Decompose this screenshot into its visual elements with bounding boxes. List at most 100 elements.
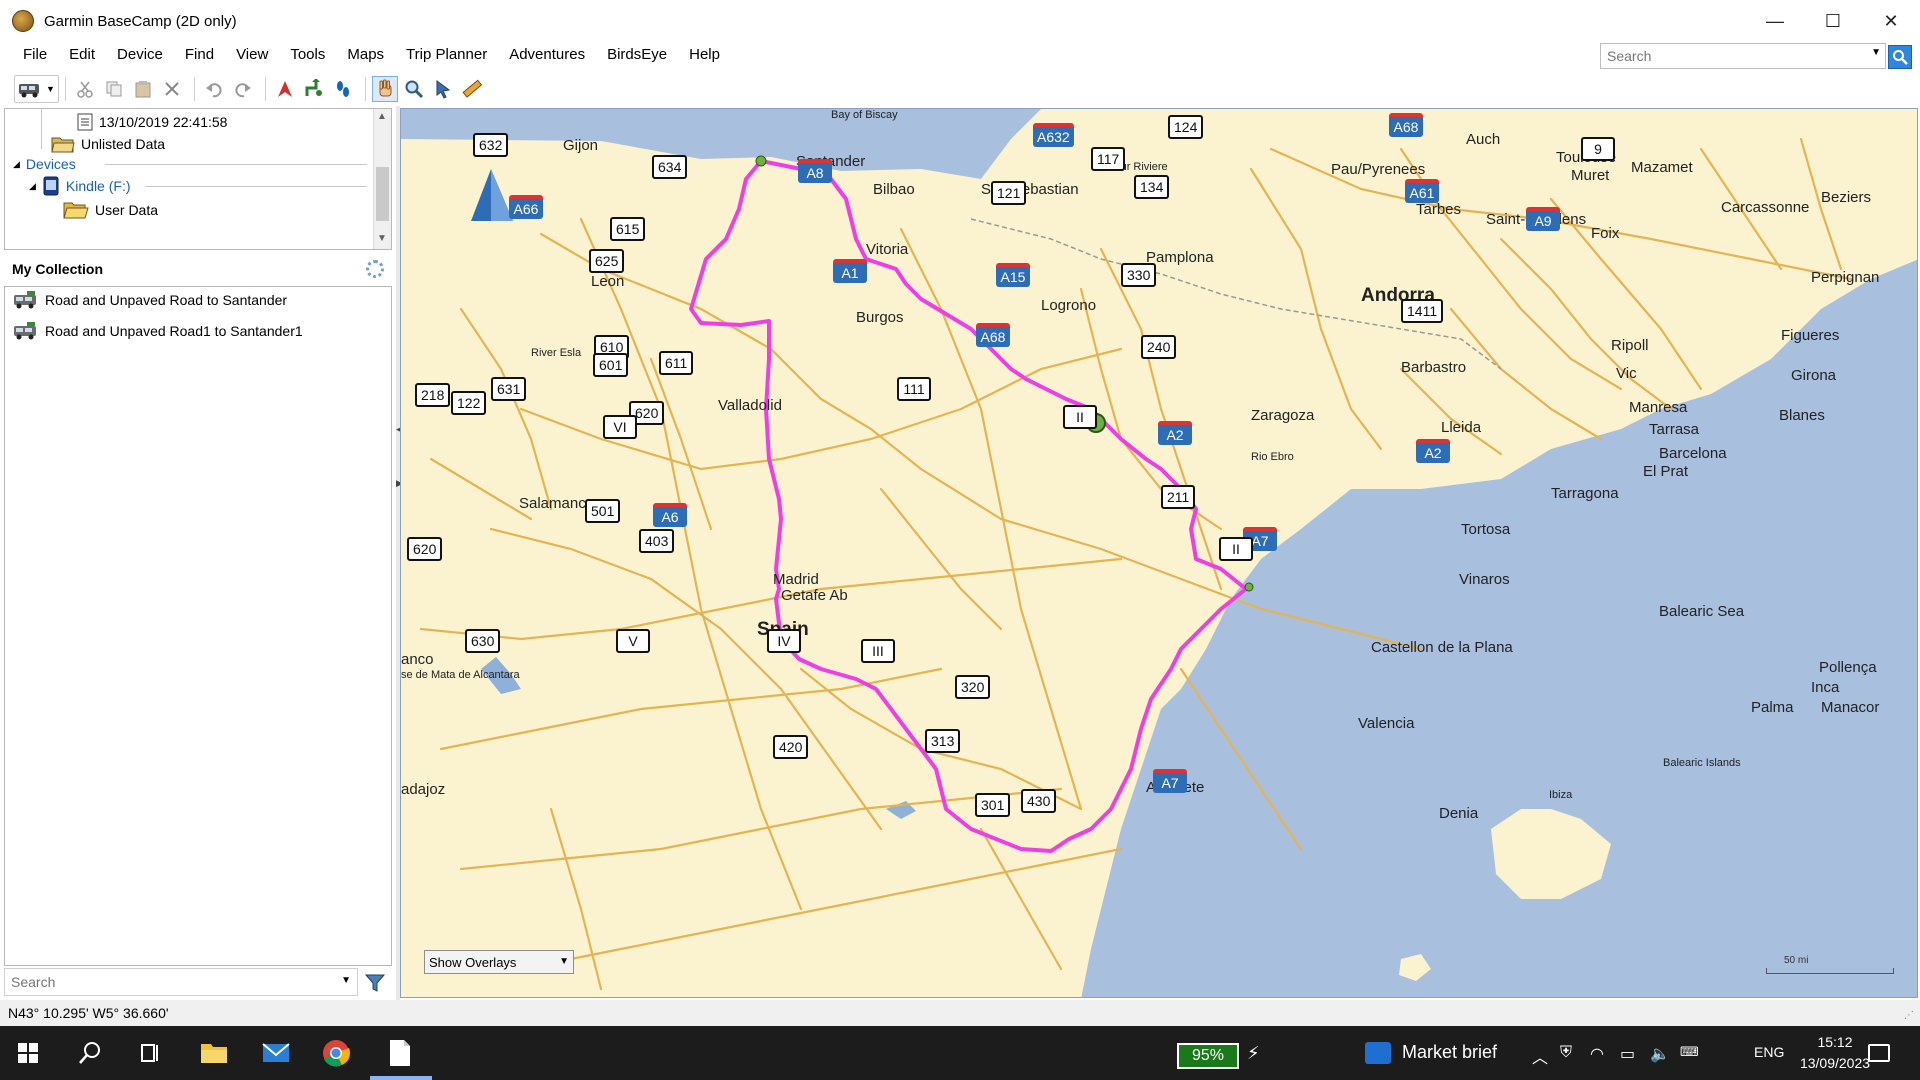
hand-tool-button[interactable] [371, 76, 398, 102]
task-view-button[interactable] [132, 1035, 168, 1071]
redo-icon [235, 83, 251, 98]
tree-item-list[interactable]: 13/10/2019 22:41:58 [77, 111, 227, 133]
collapse-triangle-icon[interactable]: ◢ [13, 159, 20, 170]
redo-button[interactable] [230, 76, 256, 102]
zoom-tool-button[interactable] [401, 76, 427, 102]
tree-item-label: Devices [25, 156, 76, 172]
menu-tools[interactable]: Tools [279, 42, 336, 68]
menu-trip-planner[interactable]: Trip Planner [395, 42, 498, 68]
undo-button[interactable] [201, 76, 227, 102]
tree-item-kindle[interactable]: ◢ Kindle (F:) [29, 175, 131, 197]
file-explorer-button[interactable] [196, 1035, 232, 1071]
start-button[interactable] [10, 1035, 46, 1071]
waypoint-flag-icon [277, 81, 292, 97]
measure-tool-button[interactable] [459, 76, 485, 102]
menu-device[interactable]: Device [106, 42, 174, 68]
tree-item-user-data[interactable]: User Data [63, 199, 158, 221]
wifi-icon[interactable]: ◠ [1590, 1044, 1604, 1064]
menu-help[interactable]: Help [678, 42, 731, 68]
chrome-button[interactable] [318, 1035, 354, 1071]
library-search-input[interactable] [5, 974, 325, 990]
list-item[interactable]: Road and Unpaved Road to Santander [13, 289, 287, 311]
tree-scrollbar[interactable]: ▲ ▼ [373, 109, 391, 249]
menu-edit[interactable]: Edit [58, 42, 106, 68]
taskbar-search-button[interactable] [72, 1035, 108, 1071]
title-bar: Garmin BaseCamp (2D only) — ☐ ✕ [0, 0, 1920, 42]
minimize-button[interactable]: — [1746, 0, 1804, 42]
menu-adventures[interactable]: Adventures [498, 42, 596, 68]
collapse-triangle-icon[interactable]: ◢ [29, 181, 36, 192]
show-overlays-dropdown[interactable]: Show Overlays ▼ [424, 950, 574, 974]
mail-button[interactable] [258, 1035, 294, 1071]
resize-grip-icon[interactable]: ⋰ [1904, 1010, 1914, 1021]
road-shield: 117 [1091, 147, 1126, 171]
road-shield: 403 [639, 529, 675, 553]
security-icon[interactable]: ⛨ [1560, 1044, 1572, 1062]
delete-x-icon [165, 82, 179, 96]
battery-tray-icon[interactable]: ▭ [1620, 1044, 1635, 1064]
maximize-button[interactable]: ☐ [1804, 0, 1862, 42]
road-shield: A66 [509, 195, 543, 219]
collection-list: Road and Unpaved Road to Santander Road … [4, 286, 392, 966]
menu-find[interactable]: Find [174, 42, 225, 68]
volume-icon[interactable]: 🔈 [1650, 1044, 1670, 1064]
battery-percent: 95% [1191, 1047, 1225, 1064]
map-place-label: Beziers [1821, 189, 1872, 206]
map-search-input[interactable] [1601, 48, 1851, 64]
scrollbar-thumb[interactable] [376, 167, 389, 221]
select-tool-button[interactable] [430, 76, 456, 102]
folder-open-icon [63, 202, 89, 219]
scroll-down-icon[interactable]: ▼ [377, 233, 387, 244]
notification-center-icon[interactable] [1868, 1044, 1890, 1062]
road-shield: 630 [465, 629, 501, 653]
copy-button[interactable] [101, 76, 127, 102]
map-place-label: Madrid [773, 571, 819, 588]
road-shield: 301 [975, 793, 1011, 817]
search-button[interactable] [1888, 45, 1912, 69]
new-route-button[interactable] [301, 76, 327, 102]
filter-button[interactable] [364, 972, 386, 994]
chevron-down-icon[interactable]: ▼ [1871, 47, 1881, 58]
chevron-down-icon: ▼ [46, 84, 55, 94]
battery-indicator[interactable]: 95% [1177, 1043, 1239, 1069]
cut-button[interactable] [72, 76, 98, 102]
market-brief-widget[interactable]: Market brief [1402, 1042, 1497, 1063]
activity-profile-dropdown[interactable]: ▼ [14, 75, 59, 103]
map-place-label: Tarbes [1416, 201, 1462, 218]
menu-view[interactable]: View [225, 42, 279, 68]
document-icon [390, 1040, 410, 1066]
map-place-label: Manresa [1629, 399, 1688, 416]
chevron-up-icon[interactable]: ︿ [1532, 1044, 1548, 1068]
vehicle-icon [14, 322, 36, 340]
library-search-box[interactable]: ▼ [4, 968, 358, 996]
tree-item-unlisted-data[interactable]: Unlisted Data [51, 133, 165, 155]
tree-item-devices[interactable]: ◢ Devices [13, 153, 76, 175]
new-track-button[interactable] [330, 76, 356, 102]
map-place-label: Tarrasa [1649, 421, 1700, 438]
market-brief-icon[interactable] [1365, 1042, 1391, 1064]
close-button[interactable]: ✕ [1862, 0, 1920, 42]
paste-button[interactable] [130, 76, 156, 102]
road-shield: 601 [593, 353, 629, 377]
menu-maps[interactable]: Maps [336, 42, 395, 68]
chevron-down-icon[interactable]: ▼ [341, 975, 351, 986]
keyboard-icon[interactable]: ⌨ [1680, 1044, 1699, 1060]
search-icon [1893, 50, 1908, 65]
map-scale-label: 50 mi [1784, 955, 1809, 966]
list-item[interactable]: Road and Unpaved Road1 to Santander1 [13, 320, 303, 342]
delete-button[interactable] [159, 76, 185, 102]
map-place-label: Zaragoza [1251, 407, 1315, 424]
menu-file[interactable]: File [12, 42, 58, 68]
tree-item-label: Kindle (F:) [65, 178, 131, 194]
gear-icon[interactable] [366, 260, 384, 278]
menu-birdseye[interactable]: BirdsEye [596, 42, 678, 68]
new-waypoint-button[interactable] [272, 76, 298, 102]
toolbar-divider [193, 77, 195, 101]
map-canvas[interactable] [401, 109, 1918, 998]
basecamp-taskbar-button[interactable] [382, 1035, 418, 1071]
road-shield: IV [767, 629, 801, 653]
map-place-label: Gijon [563, 137, 599, 154]
map-search-box[interactable]: ▼ [1600, 43, 1886, 69]
map-view[interactable]: Bay of BiscayGijonSantanderBilbaoSan Seb… [400, 108, 1918, 998]
scroll-up-icon[interactable]: ▲ [377, 111, 387, 122]
